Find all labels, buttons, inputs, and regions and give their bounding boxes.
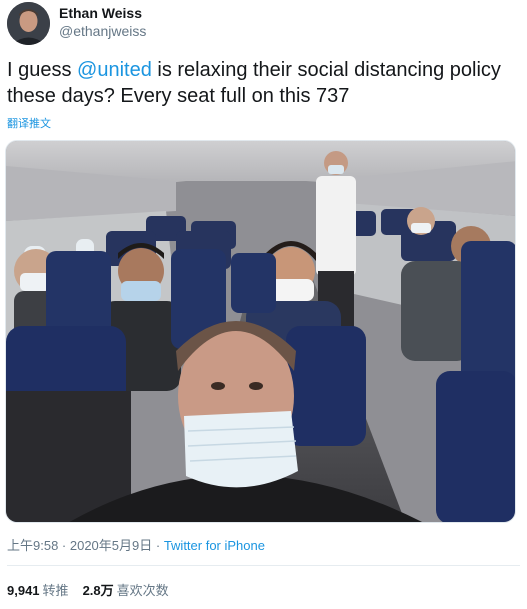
likes-count: 2.8万: [82, 583, 114, 598]
tweet-photo[interactable]: [5, 140, 516, 523]
meta-separator: ·: [152, 538, 164, 553]
retweets-count: 9,941: [7, 583, 40, 598]
likes-stat[interactable]: 2.8万 喜欢次数: [83, 583, 169, 598]
tweet-header: Ethan Weiss @ethanjweiss: [7, 2, 520, 46]
tweet-stats: 9,941 转推 2.8万 喜欢次数: [7, 582, 169, 600]
tweet-timestamp[interactable]: 上午9:58 · 2020年5月9日: [7, 538, 152, 553]
tweet-text: I guess @united is relaxing their social…: [7, 57, 520, 109]
tweet-source-link[interactable]: Twitter for iPhone: [164, 538, 265, 553]
translate-tweet-link[interactable]: 翻译推文: [7, 117, 51, 131]
author-handle[interactable]: @ethanjweiss: [59, 22, 146, 40]
mention-link[interactable]: @united: [77, 59, 152, 81]
retweets-stat[interactable]: 9,941 转推: [7, 583, 69, 598]
airplane-cabin-photo-icon: [6, 141, 515, 522]
author-display-name[interactable]: Ethan Weiss: [59, 4, 146, 22]
likes-label: 喜欢次数: [116, 583, 169, 598]
tweet-meta: 上午9:58 · 2020年5月9日 · Twitter for iPhone: [7, 537, 265, 555]
divider: [7, 565, 520, 566]
avatar[interactable]: [7, 2, 50, 45]
retweets-label: 转推: [42, 583, 69, 598]
author-info: Ethan Weiss @ethanjweiss: [59, 4, 146, 40]
tweet-text-start: I guess: [7, 59, 78, 81]
